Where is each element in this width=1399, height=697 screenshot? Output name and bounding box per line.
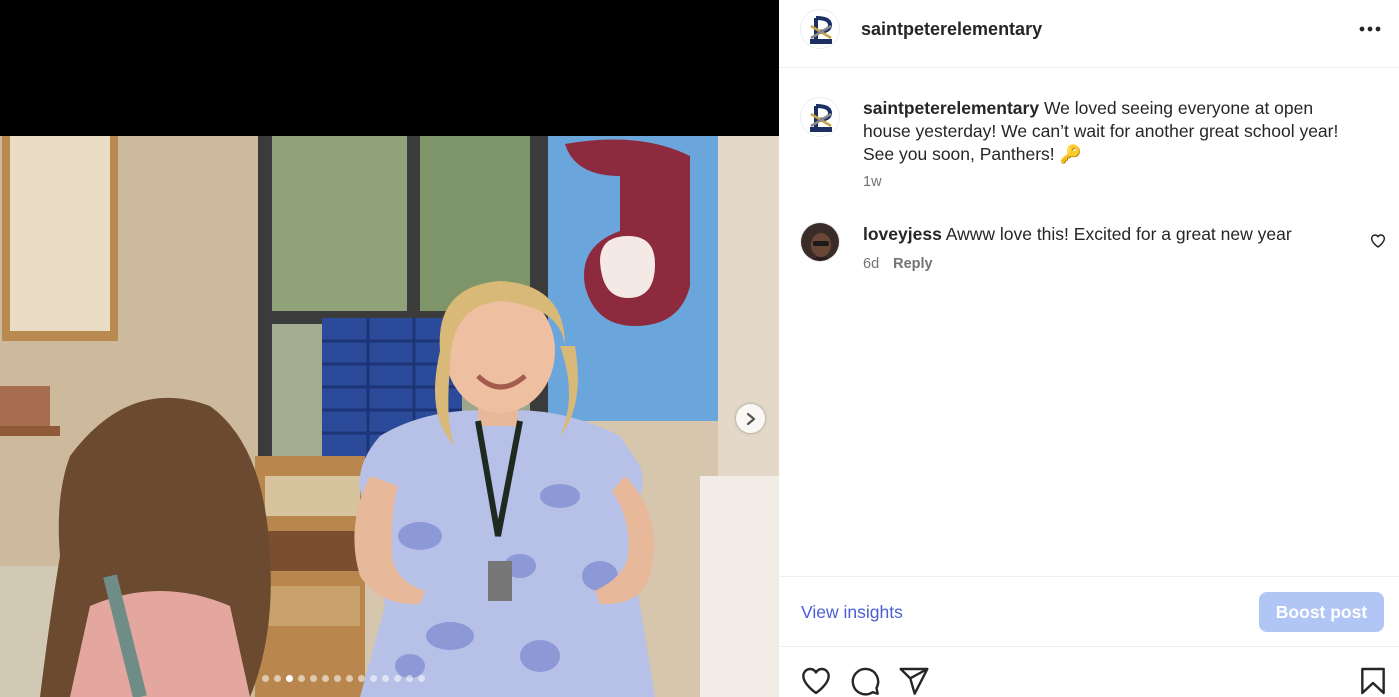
caption-username[interactable]: saintpeterelementary	[863, 98, 1039, 118]
school-logo-icon	[801, 98, 839, 136]
more-options-button[interactable]	[1357, 17, 1383, 41]
carousel-dot	[274, 675, 281, 682]
bookmark-icon	[1361, 667, 1385, 695]
share-icon	[899, 667, 929, 695]
carousel-next-button[interactable]	[736, 404, 765, 433]
account-avatar[interactable]	[800, 9, 840, 49]
user-avatar-photo	[801, 223, 839, 261]
carousel-dot	[382, 675, 389, 682]
carousel-dot	[394, 675, 401, 682]
comment-body: loveyjess Awww love this! Excited for a …	[863, 223, 1353, 246]
carousel-dot	[406, 675, 413, 682]
like-button[interactable]	[800, 665, 832, 697]
insights-bar: View insights Boost post	[779, 576, 1399, 647]
chevron-right-icon	[746, 412, 755, 425]
save-button[interactable]	[1357, 665, 1389, 697]
heart-icon	[1370, 234, 1386, 248]
post-detail-panel: saintpeterelementary saintpeterelementar…	[779, 0, 1399, 697]
carousel-dot	[286, 675, 293, 682]
comment-timestamp: 6d	[863, 256, 880, 272]
carousel-dot	[346, 675, 353, 682]
carousel-dot	[298, 675, 305, 682]
comment-text: Awww love this! Excited for a great new …	[945, 224, 1292, 244]
carousel-dot	[370, 675, 377, 682]
commenter-avatar[interactable]	[800, 222, 840, 262]
caption-avatar[interactable]	[800, 97, 840, 137]
like-comment-button[interactable]	[1370, 233, 1386, 249]
boost-post-button[interactable]: Boost post	[1259, 592, 1384, 632]
view-insights-link[interactable]: View insights	[801, 602, 903, 623]
carousel-dot	[418, 675, 425, 682]
post-photo[interactable]	[0, 136, 779, 697]
post-actions	[779, 648, 1399, 697]
more-horizontal-icon	[1359, 26, 1381, 32]
header-username[interactable]: saintpeterelementary	[861, 19, 1042, 40]
comment-username[interactable]: loveyjess	[863, 224, 942, 244]
carousel-dot	[334, 675, 341, 682]
comment-icon	[851, 667, 880, 696]
post-header: saintpeterelementary	[779, 0, 1399, 68]
share-button[interactable]	[898, 665, 930, 697]
caption-timestamp: 1w	[863, 174, 882, 190]
post-media	[0, 0, 779, 697]
comment-meta: 6d Reply	[863, 256, 933, 272]
carousel-dot	[358, 675, 365, 682]
reply-button[interactable]: Reply	[893, 256, 933, 272]
post-caption: saintpeterelementary We loved seeing eve…	[863, 97, 1363, 166]
comment-button[interactable]	[849, 665, 881, 697]
carousel-indicator	[262, 675, 425, 682]
heart-icon	[802, 667, 830, 695]
carousel-dot	[310, 675, 317, 682]
carousel-dot	[262, 675, 269, 682]
school-logo-icon	[801, 10, 839, 48]
carousel-dot	[322, 675, 329, 682]
